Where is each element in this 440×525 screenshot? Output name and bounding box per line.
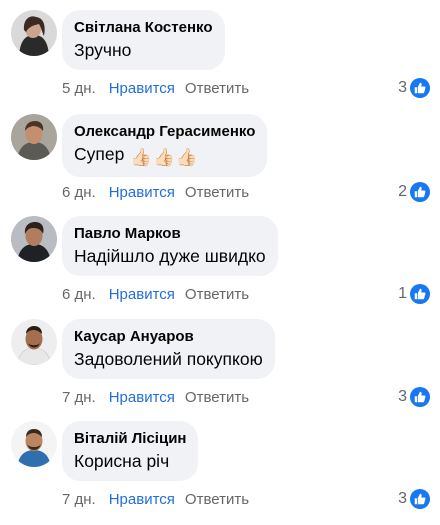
like-button[interactable]: Нравится [109,286,175,303]
comment-item: Світлана Костенко Зручно 5 дн. Нравится От… [0,0,440,102]
comment-bubble: Павло Марков Надійшло дуже швидко [62,216,278,276]
comment-text: Корисна річ [74,450,186,472]
comment-text: Зручно [74,39,213,61]
thumbs-up-emoji-icon: 👍🏻 [153,147,175,167]
comment-bubble: Світлана Костенко Зручно [62,10,225,70]
reaction-summary[interactable]: 3 [398,489,430,509]
reaction-count: 3 [398,388,407,405]
thumbs-up-icon [410,387,430,407]
thumbs-up-emoji-icon: 👍🏻 [175,147,198,167]
reaction-count: 2 [398,183,407,200]
thumbs-up-emoji-icon: 👍🏻 [130,147,153,167]
comment-text-content: Корисна річ [74,451,170,471]
comment-bubble: Каусар Ануаров Задоволений покупкою [62,319,275,379]
reaction-count: 3 [398,490,407,507]
like-button[interactable]: Нравится [109,80,175,97]
comment-age[interactable]: 6 дн. [62,286,96,303]
comment-text: Надійшло дуже швидко [74,245,266,267]
reply-button[interactable]: Ответить [185,491,249,508]
reaction-summary[interactable]: 1 [398,284,430,304]
comment-author[interactable]: Віталій Лісіцин [74,429,186,448]
avatar[interactable] [11,319,57,365]
comment-item: Каусар Ануаров Задоволений покупкою 7 дн… [0,309,440,411]
reaction-count: 1 [398,285,407,302]
comment-actions: 6 дн. Нравится Ответить [62,286,249,304]
like-button[interactable]: Нравится [109,389,175,406]
reply-button[interactable]: Ответить [185,184,249,201]
comment-actions: 7 дн. Нравится Ответить [62,491,249,509]
comment-text: Супер 👍🏻👍🏻👍🏻 [74,143,255,168]
comment-text-content: Задоволений покупкою [74,349,263,369]
reaction-summary[interactable]: 3 [398,78,430,98]
comment-author[interactable]: Світлана Костенко [74,18,213,37]
comment-author[interactable]: Олександр Герасименко [74,122,255,141]
comment-text: Задоволений покупкою [74,348,263,370]
avatar[interactable] [11,421,57,467]
comment-item: Олександр Герасименко Супер 👍🏻👍🏻👍🏻 6 дн.… [0,104,440,206]
comment-age[interactable]: 7 дн. [62,491,96,508]
comment-text-content: Надійшло дуже швидко [74,246,266,266]
reaction-summary[interactable]: 3 [398,387,430,407]
comment-age[interactable]: 6 дн. [62,184,96,201]
reply-button[interactable]: Ответить [185,286,249,303]
comment-age[interactable]: 7 дн. [62,389,96,406]
comment-actions: 7 дн. Нравится Ответить [62,389,249,407]
reaction-count: 3 [398,79,407,96]
comment-text-content: Супер [74,144,125,164]
avatar[interactable] [11,216,57,262]
comment-item: Віталій Лісіцин Корисна річ 7 дн. Нравитс… [0,411,440,513]
avatar[interactable] [11,114,57,160]
comment-item: Павло Марков Надійшло дуже швидко 6 дн. Н… [0,206,440,308]
like-button[interactable]: Нравится [109,184,175,201]
comment-author[interactable]: Павло Марков [74,224,266,243]
thumbs-up-icon [410,284,430,304]
comment-age[interactable]: 5 дн. [62,80,96,97]
comment-text-content: Зручно [74,40,132,60]
comment-actions: 5 дн. Нравится Ответить [62,80,249,98]
comment-actions: 6 дн. Нравится Ответить [62,184,249,202]
comment-author[interactable]: Каусар Ануаров [74,327,263,346]
like-button[interactable]: Нравится [109,491,175,508]
avatar[interactable] [11,10,57,56]
comment-bubble: Віталій Лісіцин Корисна річ [62,421,199,481]
thumbs-up-icon [410,489,430,509]
reaction-summary[interactable]: 2 [398,182,430,202]
reply-button[interactable]: Ответить [185,80,249,97]
thumbs-up-icon [410,182,430,202]
reply-button[interactable]: Ответить [185,389,249,406]
thumbs-up-icon [410,78,430,98]
comment-bubble: Олександр Герасименко Супер 👍🏻👍🏻👍🏻 [62,114,268,177]
